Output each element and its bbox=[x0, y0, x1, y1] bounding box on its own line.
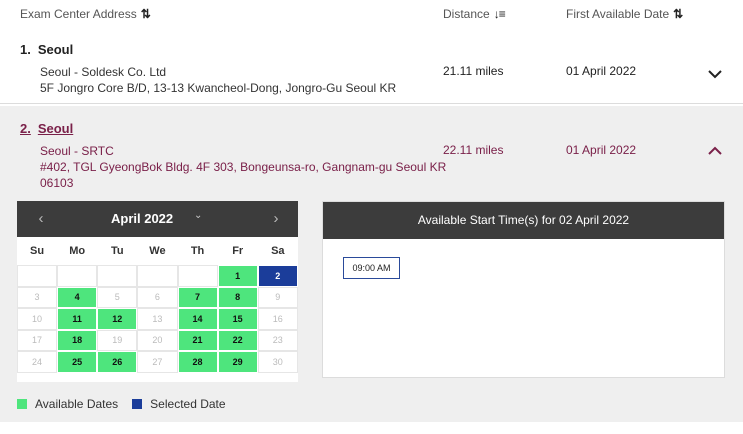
calendar-day-unavailable: 16 bbox=[257, 308, 298, 330]
selected-swatch bbox=[132, 399, 143, 409]
exam-center-row-1[interactable]: 1. Seoul Seoul - Soldesk Co. Ltd 5F Jongr… bbox=[0, 30, 743, 104]
time-slot-button[interactable]: 09:00 AM bbox=[343, 257, 400, 279]
calendar-day-available[interactable]: 12 bbox=[97, 308, 138, 330]
calendar-day-empty bbox=[97, 265, 138, 287]
weekday-label: Th bbox=[190, 245, 205, 257]
calendar-day-available[interactable]: 14 bbox=[177, 308, 218, 330]
start-times-title: Available Start Time(s) for 02 April 202… bbox=[323, 202, 724, 239]
center-address: 5F Jongro Core B/D, 13-13 Kwancheol-Dong… bbox=[40, 81, 397, 95]
calendar-day-available[interactable]: 1 bbox=[217, 265, 258, 287]
chevron-down-icon[interactable] bbox=[706, 65, 724, 83]
month-dropdown-chevron-icon[interactable]: ⌄ bbox=[194, 210, 202, 221]
calendar-day-unavailable: 9 bbox=[257, 286, 298, 308]
chevron-left-icon[interactable]: ‹ bbox=[31, 210, 51, 227]
calendar-day-empty bbox=[57, 265, 98, 287]
calendar-day-unavailable: 27 bbox=[137, 351, 178, 373]
calendar-day-unavailable: 5 bbox=[97, 286, 138, 308]
calendar-day-available[interactable]: 18 bbox=[57, 329, 98, 351]
calendar-day-empty bbox=[177, 265, 218, 287]
calendar-day-empty bbox=[137, 265, 178, 287]
calendar-day-unavailable: 17 bbox=[17, 329, 58, 351]
chevron-up-icon[interactable] bbox=[706, 141, 724, 159]
center-name: Seoul - SRTC bbox=[40, 144, 114, 158]
calendar-day-unavailable: 20 bbox=[137, 329, 178, 351]
calendar-day-available[interactable]: 11 bbox=[57, 308, 98, 330]
calendar-day-empty bbox=[17, 265, 58, 287]
weekday-label: Tu bbox=[111, 245, 124, 257]
center-address: #402, TGL GyeongBok Bldg. 4F 303, Bongeu… bbox=[40, 160, 447, 174]
start-times-panel: Available Start Time(s) for 02 April 202… bbox=[322, 201, 725, 378]
date-picker-calendar: ‹ April 2022 ⌄ › Su Mo Tu We Th Fr Sa 12345678… bbox=[17, 201, 298, 382]
center-distance: 22.11 miles bbox=[443, 143, 504, 157]
center-postcode: 06103 bbox=[40, 176, 74, 190]
calendar-day-available[interactable]: 15 bbox=[217, 308, 258, 330]
calendar-day-available[interactable]: 21 bbox=[177, 329, 218, 351]
calendar-day-available[interactable]: 28 bbox=[177, 351, 218, 373]
calendar-legend: Available Dates Selected Date bbox=[17, 397, 226, 411]
distance-column-label: Distance bbox=[443, 7, 490, 21]
calendar-day-unavailable: 6 bbox=[137, 286, 178, 308]
row-number: 1. bbox=[20, 42, 31, 57]
calendar-day-available[interactable]: 8 bbox=[217, 286, 258, 308]
selected-legend-label: Selected Date bbox=[150, 397, 226, 411]
center-first-date: 01 April 2022 bbox=[566, 143, 637, 157]
calendar-day-available[interactable]: 25 bbox=[57, 351, 98, 373]
calendar-day-unavailable: 13 bbox=[137, 308, 178, 330]
calendar-day-unavailable: 19 bbox=[97, 329, 138, 351]
center-distance: 21.11 miles bbox=[443, 64, 504, 78]
center-title[interactable]: 2. Seoul bbox=[20, 121, 73, 136]
available-legend-label: Available Dates bbox=[35, 397, 119, 411]
address-column-label: Exam Center Address bbox=[20, 7, 137, 21]
calendar-day-available[interactable]: 4 bbox=[57, 286, 98, 308]
center-first-date: 01 April 2022 bbox=[566, 64, 637, 78]
calendar-day-unavailable: 24 bbox=[17, 351, 58, 373]
calendar-day-unavailable: 3 bbox=[17, 286, 58, 308]
calendar-day-grid: 1 2 3 4 5 6 7 8 9 10 11 12 13 14 15 16 17 18 19 20 21 22 23 24 2… bbox=[17, 265, 298, 373]
calendar-day-unavailable: 10 bbox=[17, 308, 58, 330]
weekday-label: Mo bbox=[69, 245, 86, 257]
calendar-day-available[interactable]: 22 bbox=[217, 329, 258, 351]
calendar-day-selected[interactable]: 2 bbox=[257, 265, 298, 287]
center-name: Seoul - Soldesk Co. Ltd bbox=[40, 65, 167, 79]
sort-icon[interactable]: ⇅ bbox=[141, 7, 151, 21]
available-swatch bbox=[17, 399, 27, 409]
center-city: Seoul bbox=[37, 42, 74, 57]
chevron-right-icon[interactable]: › bbox=[266, 210, 286, 227]
center-city: Seoul bbox=[37, 121, 74, 136]
weekday-label: Su bbox=[30, 245, 45, 257]
first-date-column-label: First Available Date bbox=[566, 7, 670, 21]
calendar-header: ‹ April 2022 ⌄ › bbox=[17, 201, 298, 237]
calendar-day-available[interactable]: 29 bbox=[217, 351, 258, 373]
calendar-month-label[interactable]: April 2022 bbox=[111, 211, 173, 226]
weekday-label: Sa bbox=[271, 245, 285, 257]
sort-icon[interactable]: ⇅ bbox=[673, 7, 683, 21]
distance-column-header[interactable]: Distance ↓≡ bbox=[443, 7, 506, 21]
calendar-day-unavailable: 30 bbox=[257, 351, 298, 373]
first-date-column-header[interactable]: First Available Date ⇅ bbox=[566, 7, 683, 21]
calendar-day-available[interactable]: 26 bbox=[97, 351, 138, 373]
sort-ascending-icon[interactable]: ↓≡ bbox=[494, 7, 506, 21]
weekday-label: Fr bbox=[232, 245, 244, 257]
address-column-header[interactable]: Exam Center Address ⇅ bbox=[20, 7, 151, 21]
results-header: Exam Center Address ⇅ Distance ↓≡ First … bbox=[0, 0, 743, 28]
calendar-day-available[interactable]: 7 bbox=[177, 286, 218, 308]
center-title: 1. Seoul bbox=[20, 42, 73, 57]
weekday-label: We bbox=[149, 245, 166, 257]
row-number: 2. bbox=[20, 121, 31, 136]
calendar-day-unavailable: 23 bbox=[257, 329, 298, 351]
weekday-header-row: Su Mo Tu We Th Fr Sa bbox=[17, 237, 298, 265]
